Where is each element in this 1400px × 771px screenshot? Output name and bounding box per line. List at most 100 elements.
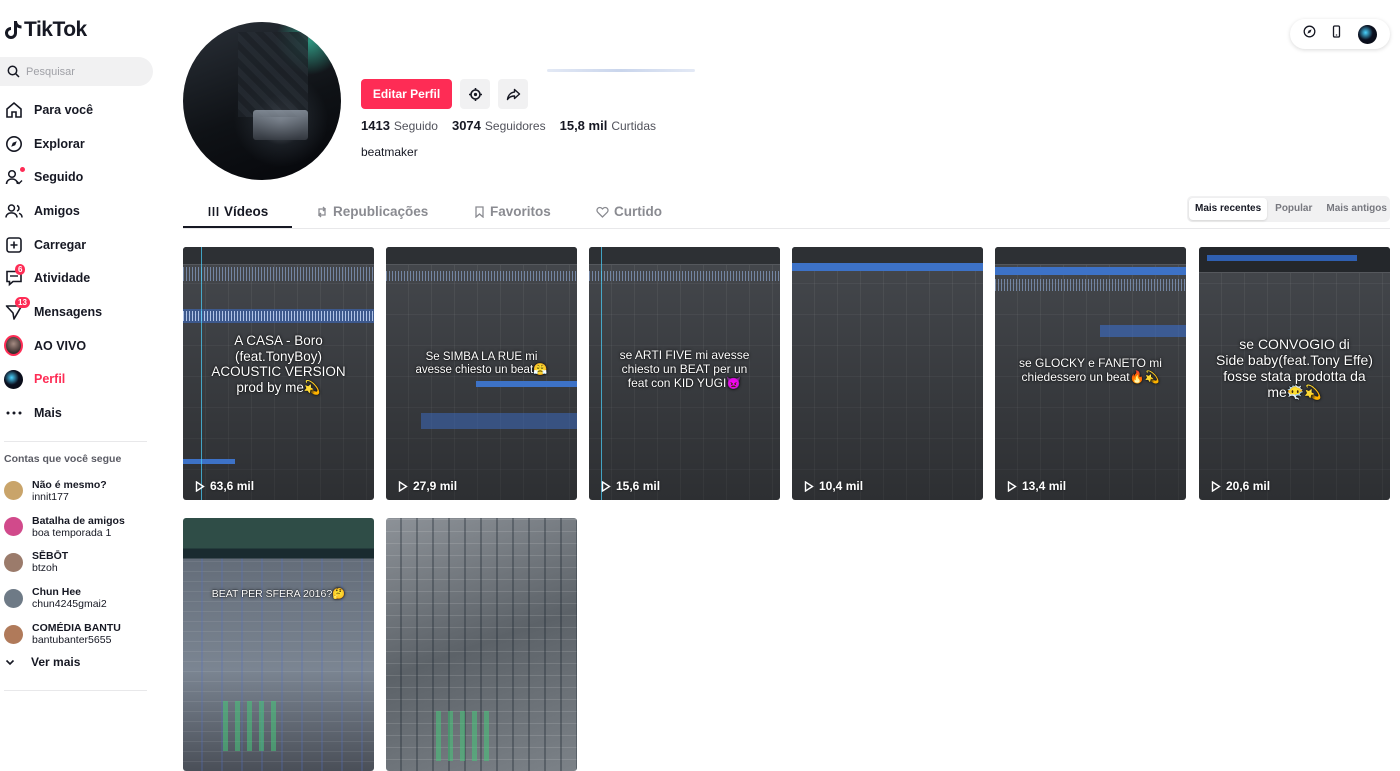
repost-icon	[318, 206, 326, 217]
see-more-label: Ver mais	[31, 655, 81, 669]
tiktok-logo[interactable]: TikTok	[4, 18, 87, 42]
account-avatar	[4, 552, 23, 572]
mobile-app-icon[interactable]	[1330, 25, 1343, 43]
tab-republicacoes[interactable]: Republicações	[316, 204, 428, 219]
following-account[interactable]: Batalha de amigos boa temporada 1	[4, 509, 154, 545]
sort-toggle: Mais recentes Popular Mais antigos	[1187, 196, 1390, 222]
video-card[interactable]: se ARTI FIVE mi avesse chiesto un BEAT p…	[589, 247, 780, 500]
nav-label: Perfil	[34, 372, 66, 387]
account-name: SĒBŌT	[32, 550, 69, 563]
see-more-button[interactable]: Ver mais	[4, 655, 80, 669]
account-name: Batalha de amigos	[32, 514, 125, 527]
nav-item-amigos[interactable]: Amigos	[0, 194, 160, 228]
video-caption: se GLOCKY e FANETO mi chiedessero un bea…	[1019, 356, 1162, 384]
nav-item-ao-vivo[interactable]: AO VIVO	[0, 329, 160, 363]
nav-item-perfil[interactable]: Perfil	[0, 363, 160, 397]
upload-icon	[4, 235, 23, 254]
tab-favoritos[interactable]: Favoritos	[474, 204, 551, 219]
nav-item-seguido[interactable]: Seguido	[0, 160, 160, 194]
following-account[interactable]: SĒBŌT btzoh	[4, 545, 154, 581]
stat-label: Curtidas	[611, 119, 656, 133]
followers-count[interactable]: 3074 Seguidores	[452, 118, 546, 133]
following-list: Não é mesmo? innit177 Batalha de amigos …	[4, 473, 154, 652]
account-avatar	[4, 624, 23, 644]
account-username: chun4245gmai2	[32, 598, 107, 611]
sidebar-divider	[4, 690, 147, 691]
share-profile-button[interactable]	[498, 79, 528, 109]
daw-toolbar	[995, 247, 1186, 265]
play-icon	[601, 480, 611, 492]
waveform-track	[386, 271, 577, 281]
view-count-text: 20,6 mil	[1226, 479, 1271, 493]
waveform-track	[183, 311, 374, 321]
video-card[interactable]: Se SIMBA LA RUE mi avesse chiesto un bea…	[386, 247, 577, 500]
gear-icon	[468, 87, 482, 101]
liked-icon	[596, 206, 609, 218]
play-icon	[804, 480, 814, 492]
sidebar-divider	[4, 441, 147, 442]
video-card[interactable]: 10,4 mil	[792, 247, 983, 500]
nav-item-mais[interactable]: Mais	[0, 396, 160, 430]
video-card[interactable]	[386, 518, 577, 771]
stat-value: 3074	[451, 118, 481, 133]
activity-badge: 6	[15, 263, 26, 275]
main-nav: Para você Explorar Seguido Amigos Carreg…	[0, 93, 160, 430]
following-account[interactable]: Chun Hee chun4245gmai2	[4, 580, 154, 616]
view-count-text: 63,6 mil	[210, 479, 255, 493]
play-icon	[1211, 480, 1221, 492]
video-card[interactable]: BEAT PER SFERA 2016?🤔	[183, 518, 374, 771]
nav-item-atividade[interactable]: 6 Atividade	[0, 261, 160, 295]
edit-profile-button[interactable]: Editar Perfil	[361, 79, 452, 109]
chevron-down-icon	[5, 659, 15, 666]
following-account[interactable]: Não é mesmo? innit177	[4, 473, 154, 509]
tab-videos[interactable]: Vídeos	[208, 204, 268, 219]
video-card[interactable]: A CASA - Boro (feat.TonyBoy) ACOUSTIC VE…	[183, 247, 374, 500]
clip-bar	[1100, 325, 1186, 337]
daw-toolbar	[183, 247, 374, 265]
video-caption: se CONVOGIO di Side baby(feat.Tony Effe)…	[1216, 336, 1373, 401]
nav-item-explorar[interactable]: Explorar	[0, 127, 160, 161]
video-card[interactable]: se CONVOGIO di Side baby(feat.Tony Effe)…	[1199, 247, 1390, 500]
nav-item-carregar[interactable]: Carregar	[0, 228, 160, 262]
nav-label: Mais	[34, 406, 62, 421]
nav-label: Mensagens	[34, 304, 103, 319]
following-account[interactable]: COMÉDIA BANTU bantubanter5655	[4, 616, 154, 652]
sidebar: TikTok Pesquisar Para você Explorar Segu…	[0, 0, 165, 694]
settings-button[interactable]	[460, 79, 490, 109]
search-placeholder: Pesquisar	[26, 65, 75, 78]
home-icon	[4, 100, 23, 119]
nav-item-para-voce[interactable]: Para você	[0, 93, 160, 127]
sort-popular[interactable]: Popular	[1269, 198, 1318, 220]
account-username: boa temporada 1	[32, 526, 112, 539]
view-count: 27,9 mil	[398, 479, 457, 493]
view-count-text: 27,9 mil	[413, 479, 458, 493]
clip-bar	[421, 413, 577, 429]
daw-thumbnail-blocks	[436, 711, 496, 761]
sort-most-recent[interactable]: Mais recentes	[1189, 198, 1268, 220]
view-count: 13,4 mil	[1007, 479, 1066, 493]
sort-oldest[interactable]: Mais antigos	[1320, 198, 1393, 220]
waveform-track	[995, 279, 1186, 291]
account-text: Batalha de amigos boa temporada 1	[32, 515, 125, 539]
stat-label: Seguidores	[484, 119, 546, 133]
view-count: 10,4 mil	[804, 479, 863, 493]
tab-label: Favoritos	[490, 204, 551, 219]
friends-icon	[4, 201, 23, 220]
more-icon	[4, 404, 23, 423]
following-count[interactable]: 1413 Seguido	[361, 118, 438, 133]
live-avatar-wrap	[4, 335, 23, 357]
video-card[interactable]: se GLOCKY e FANETO mi chiedessero un bea…	[995, 247, 1186, 500]
nav-label: Amigos	[34, 203, 80, 218]
nav-item-mensagens[interactable]: 13 Mensagens	[0, 295, 160, 329]
tab-curtido[interactable]: Curtido	[596, 204, 662, 219]
messages-icon: 13	[4, 297, 30, 321]
waveform-track	[183, 267, 374, 281]
account-name: Não é mesmo?	[32, 478, 107, 491]
account-avatar-button[interactable]	[1357, 24, 1377, 44]
top-right-actions	[1290, 19, 1390, 49]
account-username: btzoh	[32, 562, 58, 575]
nav-label: Para você	[34, 102, 94, 117]
view-count: 20,6 mil	[1211, 479, 1270, 493]
search-input[interactable]: Pesquisar	[0, 57, 153, 86]
explore-compass-icon[interactable]	[1303, 25, 1316, 43]
